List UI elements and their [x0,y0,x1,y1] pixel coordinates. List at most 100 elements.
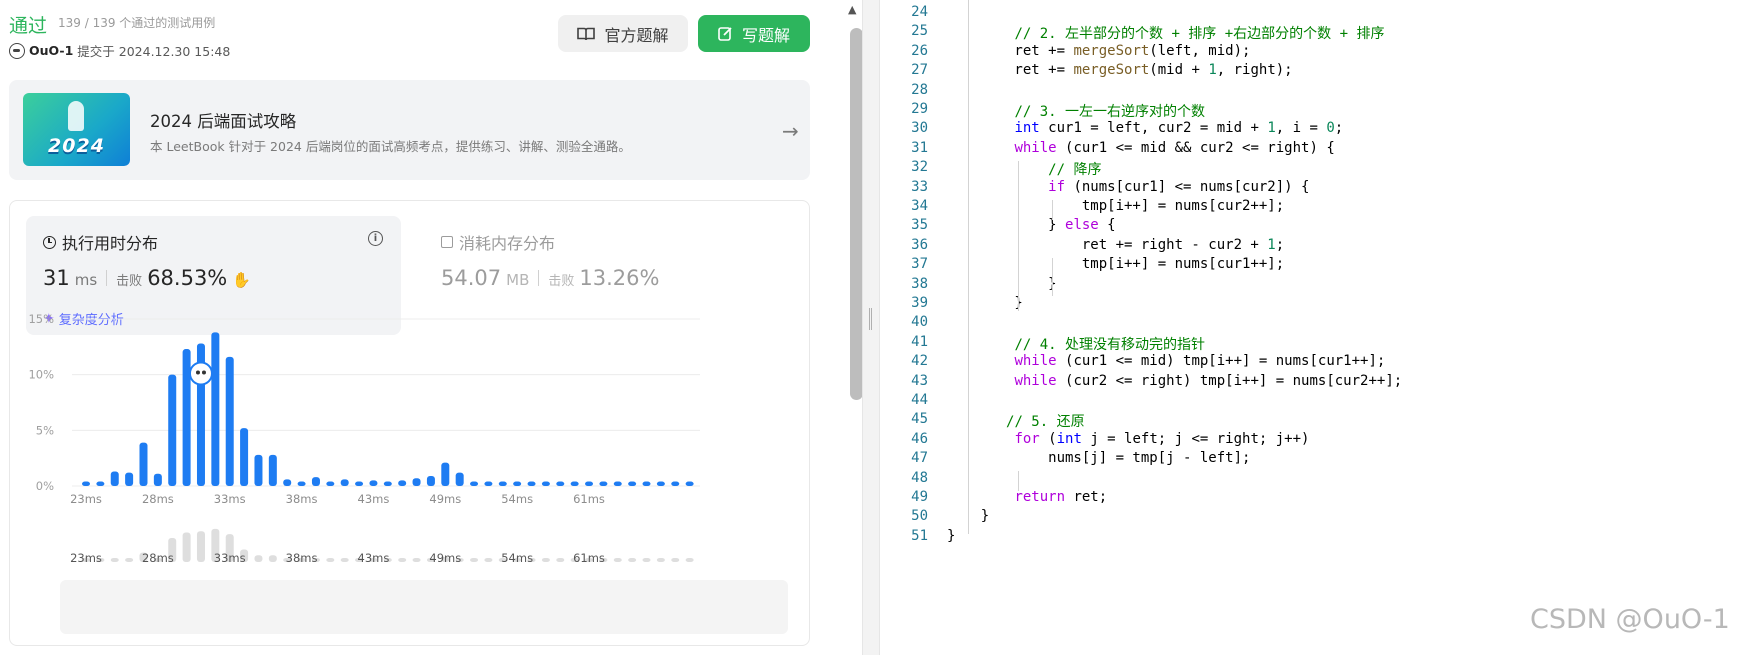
line-number: 26 [911,42,928,59]
chart-bar [455,472,464,486]
mini-chart-bar [268,555,277,562]
code-line[interactable]: } [947,528,955,544]
drag-handle-icon[interactable] [869,308,872,330]
mini-chart-bar [182,532,191,562]
mini-chart-bar [110,558,119,562]
code-line[interactable]: } else { [947,217,1115,233]
chart-bar [254,454,263,486]
result-status: 通过 [9,15,48,37]
user-avatar-marker [188,361,213,386]
runtime-distribution-chart: 15% 10% 5% 0% 23ms 23ms 28ms 28ms 33ms 33ms 38ms 38… [28,312,700,565]
line-number: 32 [911,159,928,176]
write-solution-button[interactable]: 写题解 [698,15,810,52]
leetbook-title: 2024 后端面试攻略 [150,112,297,131]
chart-bar [671,481,680,486]
mini-chart-bar [613,558,622,562]
username[interactable]: OuO-1 [29,43,73,58]
write-solution-label: 写题解 [741,25,790,45]
avatar[interactable] [9,42,25,59]
x-tick-label: 28ms [142,492,174,506]
chart-bar [470,481,479,486]
line-number: 30 [911,120,928,137]
chart-bar [326,481,335,486]
code-line[interactable]: while (cur2 <= right) tmp[i++] = nums[cu… [947,373,1402,389]
official-solution-label: 官方题解 [604,25,669,45]
mini-chart-bar [556,558,565,562]
mini-x-tick-label: 61ms [573,551,605,565]
chart-bar [297,481,306,486]
code-line[interactable]: for (int j = left; j <= right; j++) [947,431,1309,447]
watermark: CSDN @OuO-1 [1530,604,1730,635]
mini-chart-bar [642,558,651,562]
code-line[interactable]: // 3. 一左一右逆序对的个数 [947,101,1205,121]
chart-bar [96,481,105,486]
chart-bar [585,481,594,486]
code-line[interactable]: int cur1 = left, cur2 = mid + 1, i = 0; [947,120,1343,136]
code-editor[interactable]: 24 25 // 2. 左半部分的个数 + 排序 +右边部分的个数 + 排序 26 … [880,0,1758,655]
submission-panel: 通过 139 / 139 个通过的测试用例 OuO-1 提交于 2024.12.… [0,0,863,655]
chart-bar [153,473,162,486]
code-line[interactable]: ret += mergeSort(left, mid); [947,43,1250,59]
mini-chart-bar [398,558,407,562]
code-line[interactable]: // 降序 [947,159,1101,179]
thumbnail-year: 2024 [48,135,105,157]
chart-bar [182,349,191,486]
code-line[interactable]: while (cur1 <= mid) tmp[i++] = nums[cur1… [947,353,1385,369]
arrow-right-icon[interactable]: → [782,119,799,143]
code-line[interactable]: return ret; [947,489,1107,505]
chart-bar [211,332,220,486]
x-tick-label: 61ms [573,492,605,506]
code-line[interactable]: nums[j] = tmp[j - left]; [947,450,1250,466]
chart-bar [484,481,493,486]
code-line[interactable]: tmp[i++] = nums[cur1++]; [947,256,1284,272]
mini-chart-bar [470,558,479,562]
code-line[interactable]: // 2. 左半部分的个数 + 排序 +右边部分的个数 + 排序 [947,23,1384,43]
line-number: 24 [911,4,928,20]
chart-bar [613,481,622,486]
testcase-count: 139 / 139 个通过的测试用例 [58,16,216,30]
code-line[interactable]: while (cur1 <= mid && cur2 <= right) { [947,140,1334,156]
mini-x-tick-label: 49ms [429,551,461,565]
line-number: 43 [911,372,928,389]
x-tick-label: 54ms [501,492,533,506]
chart-bar [240,428,249,486]
line-number: 41 [911,333,928,350]
stats-card: 执行用时分布 i 31 ms 击败 68.53% ✋ ✦ 复杂度分析 消耗内存分… [9,200,810,646]
avatar-eye-icon [201,370,206,375]
indent-guide [1052,200,1054,220]
mini-chart-bar [541,558,550,562]
leetbook-thumbnail: 2024 [23,93,130,166]
mini-x-tick-label: 43ms [358,551,390,565]
code-line[interactable]: // 4. 处理没有移动完的指针 [947,334,1205,354]
book-icon [577,27,596,40]
chart-bar [498,481,507,486]
chart-bar [383,481,392,486]
code-line[interactable]: } [947,276,1056,292]
rocket-icon [68,101,84,131]
mini-chart-bar [671,558,680,562]
code-line[interactable]: ret += mergeSort(mid + 1, right); [947,62,1292,78]
chart-bar [441,462,450,486]
mini-chart-bar [326,558,335,562]
scroll-up-arrow-icon[interactable]: ▲ [848,3,856,16]
line-number: 37 [911,256,928,273]
line-number: 35 [911,217,928,234]
line-number: 40 [911,314,928,331]
official-solution-button[interactable]: 官方题解 [558,15,688,52]
chart-bar [283,479,292,486]
chart-bar [125,472,134,486]
indent-guide [1052,258,1054,296]
chart-bar [225,356,234,486]
line-number: 31 [911,139,928,156]
chart-bar [369,480,378,486]
mini-chart-bar [125,558,134,562]
code-line[interactable]: } [947,295,1022,311]
code-line[interactable]: if (nums[cur1] <= nums[cur2]) { [947,179,1309,195]
leetbook-card[interactable]: 2024 2024 后端面试攻略 本 LeetBook 针对于 2024 后端岗… [9,80,810,180]
line-number: 46 [911,430,928,447]
code-line[interactable]: tmp[i++] = nums[cur2++]; [947,198,1284,214]
code-line[interactable]: ret += right - cur2 + 1; [947,237,1284,253]
x-tick-label: 33ms [214,492,246,506]
mini-x-tick-label: 33ms [214,551,246,565]
mini-x-tick-label: 38ms [286,551,318,565]
